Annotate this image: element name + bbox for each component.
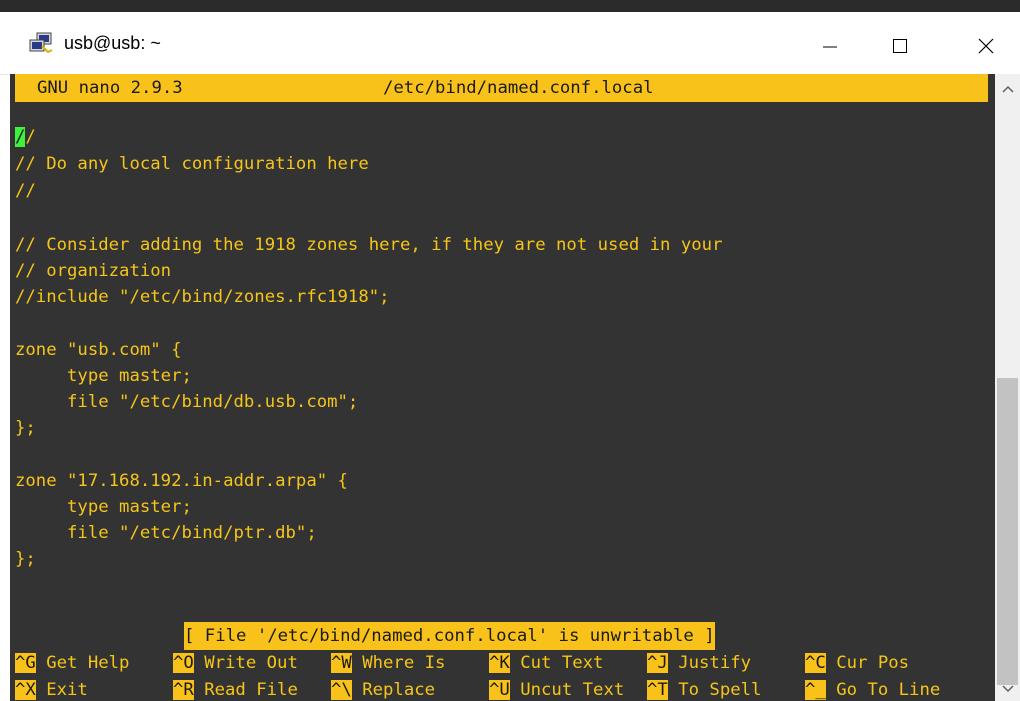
chevron-down-icon xyxy=(1001,684,1014,692)
editor-line-text: / xyxy=(25,127,36,147)
editor-line[interactable]: //include "/etc/bind/zones.rfc1918"; xyxy=(15,284,390,311)
shortcut-uncut-text[interactable]: ^U Uncut Text xyxy=(489,676,624,701)
shortcut-label: Get Help xyxy=(46,653,130,673)
shortcut-key: ^R xyxy=(173,680,194,700)
editor-line[interactable]: file "/etc/bind/ptr.db"; xyxy=(15,520,317,547)
text-cursor: / xyxy=(15,127,26,147)
shortcut-replace[interactable]: ^\ Replace xyxy=(331,676,435,701)
editor-line[interactable]: }; xyxy=(15,546,36,573)
close-icon xyxy=(978,38,994,54)
minimize-icon xyxy=(823,46,837,48)
shortcut-write-out[interactable]: ^O Write Out xyxy=(173,649,298,677)
chevron-up-icon xyxy=(1001,85,1014,93)
editor-line[interactable]: // Consider adding the 1918 zones here, … xyxy=(15,232,723,259)
editor-line[interactable]: // xyxy=(15,178,36,205)
shortcut-label: Justify xyxy=(678,653,752,673)
scroll-up-button[interactable] xyxy=(995,76,1020,101)
shortcut-key: ^G xyxy=(15,653,36,673)
minimize-button[interactable] xyxy=(800,26,860,66)
shortcut-key: ^_ xyxy=(805,680,826,700)
editor-line[interactable]: }; xyxy=(15,415,36,442)
window-top-edge xyxy=(0,0,1020,12)
editor-line[interactable]: zone "17.168.192.in-addr.arpa" { xyxy=(15,468,348,495)
shortcut-label: Exit xyxy=(46,680,88,700)
shortcut-key: ^\ xyxy=(331,680,352,700)
shortcut-key: ^T xyxy=(647,680,668,700)
nano-header: GNU nano 2.9.3/etc/bind/named.conf.local xyxy=(15,74,988,102)
vertical-scrollbar[interactable] xyxy=(995,74,1020,701)
shortcut-label: Go To Line xyxy=(836,680,941,700)
status-message: [ File '/etc/bind/named.conf.local' is u… xyxy=(184,622,715,650)
maximize-button[interactable] xyxy=(870,26,930,66)
shortcut-key: ^X xyxy=(15,680,36,700)
title-wrap: usb@usb: ~ xyxy=(28,32,161,54)
editor-line[interactable]: type master; xyxy=(15,363,192,390)
editor-line[interactable]: file "/etc/bind/db.usb.com"; xyxy=(15,389,358,416)
shortcut-label: Write Out xyxy=(204,653,298,673)
terminal-area[interactable]: GNU nano 2.9.3/etc/bind/named.conf.local… xyxy=(10,74,995,701)
shortcut-to-spell[interactable]: ^T To Spell xyxy=(647,676,761,701)
shortcut-get-help[interactable]: ^G Get Help xyxy=(15,649,129,677)
shortcut-key: ^W xyxy=(331,653,352,673)
shortcut-key: ^O xyxy=(173,653,194,673)
shortcut-label: Read File xyxy=(204,680,298,700)
scroll-down-button[interactable] xyxy=(995,676,1020,701)
shortcut-cur-pos[interactable]: ^C Cur Pos xyxy=(805,649,909,677)
close-button[interactable] xyxy=(956,26,1016,66)
editor-line[interactable]: type master; xyxy=(15,494,192,521)
shortcut-label: Uncut Text xyxy=(520,680,625,700)
scrollbar-thumb[interactable] xyxy=(997,378,1018,685)
shortcut-exit[interactable]: ^X Exit xyxy=(15,676,88,701)
shortcut-read-file[interactable]: ^R Read File xyxy=(173,676,298,701)
editor-line[interactable]: // Do any local configuration here xyxy=(15,151,369,178)
shortcut-key: ^K xyxy=(489,653,510,673)
shortcut-key: ^C xyxy=(805,653,826,673)
title-bar[interactable]: usb@usb: ~ xyxy=(0,12,1020,75)
shortcut-cut-text[interactable]: ^K Cut Text xyxy=(489,649,603,677)
putty-icon[interactable] xyxy=(28,32,54,54)
shortcut-label: Where Is xyxy=(362,653,446,673)
shortcut-where-is[interactable]: ^W Where Is xyxy=(331,649,445,677)
maximize-icon xyxy=(893,39,907,53)
shortcut-key: ^U xyxy=(489,680,510,700)
shortcut-label: Replace xyxy=(362,680,436,700)
shortcut-justify[interactable]: ^J Justify xyxy=(647,649,751,677)
editor-line[interactable]: // organization xyxy=(15,258,171,285)
shortcut-row-1: ^G Get Help ^O Write Out ^W Where Is ^K … xyxy=(15,649,909,677)
shortcut-go-to-line[interactable]: ^_ Go To Line xyxy=(805,676,940,701)
editor-line[interactable]: zone "usb.com" { xyxy=(15,337,181,364)
shortcut-label: Cut Text xyxy=(520,653,604,673)
shortcut-label: To Spell xyxy=(678,680,762,700)
nano-filename: /etc/bind/named.conf.local xyxy=(383,78,654,98)
editor-line[interactable]: // xyxy=(15,124,36,151)
shortcut-key: ^J xyxy=(647,653,668,673)
window-title: usb@usb: ~ xyxy=(64,32,161,53)
shortcut-row-2: ^X Exit ^R Read File ^\ Replace ^U Uncut… xyxy=(15,676,940,701)
shortcut-label: Cur Pos xyxy=(836,653,910,673)
nano-version: GNU nano 2.9.3 xyxy=(37,78,183,98)
